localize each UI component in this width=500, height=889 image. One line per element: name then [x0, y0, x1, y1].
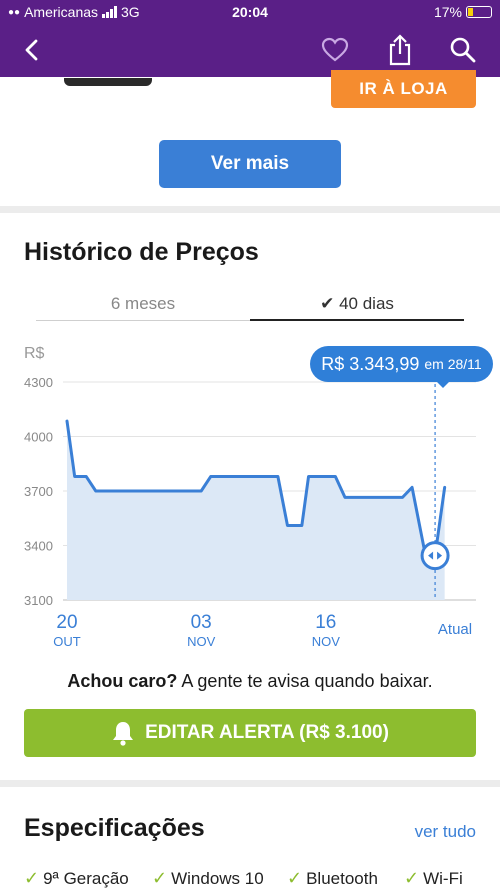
search-icon: [450, 37, 476, 63]
spec-label: Windows 10: [171, 868, 264, 888]
spec-label: Wi-Fi: [423, 868, 463, 888]
spec-item: ✓ Bluetooth: [287, 868, 378, 889]
share-icon: [389, 34, 411, 66]
tab-label: 6 meses: [110, 294, 176, 313]
battery-percent: 17%: [433, 4, 462, 20]
x-tick-day: 20: [56, 612, 77, 633]
y-tick-label: 4300: [24, 375, 53, 390]
spec-item: ✓ 9ª Geração: [24, 868, 129, 889]
x-tick-day: Atual: [438, 621, 472, 638]
x-tick-month: NOV: [312, 634, 341, 649]
product-image: [64, 78, 152, 86]
y-axis-label: R$: [24, 345, 45, 362]
see-more-button[interactable]: Ver mais: [159, 140, 341, 188]
tab-underline-active: [250, 319, 464, 321]
check-icon: ✓: [404, 868, 420, 888]
x-tick-day: 16: [315, 612, 336, 633]
y-tick-label: 3700: [24, 484, 53, 499]
go-to-store-button[interactable]: IR À LOJA: [331, 70, 476, 108]
y-tick-label: 4000: [24, 430, 53, 445]
price-area: [67, 421, 445, 600]
spec-item: ✓ Wi-Fi: [404, 868, 463, 889]
see-all-link[interactable]: ver tudo: [415, 822, 476, 842]
tab-6-meses[interactable]: 6 meses: [36, 292, 250, 322]
price-tooltip: R$ 3.343,99 em 28/11: [310, 346, 493, 388]
section-divider: [0, 780, 500, 787]
status-bar: ●● Americanas 3G 20:04 17%: [0, 4, 500, 22]
battery-info: 17%: [434, 4, 492, 20]
edit-alert-button[interactable]: EDITAR ALERTA (R$ 3.100): [24, 709, 476, 757]
check-icon: ✔: [320, 294, 335, 313]
price-marker: [420, 541, 450, 571]
section-divider: [0, 206, 500, 213]
clock: 20:04: [232, 4, 268, 20]
back-button[interactable]: [14, 32, 50, 68]
check-icon: ✓: [152, 868, 168, 888]
y-tick-label: 3100: [24, 593, 53, 608]
favorite-button[interactable]: [317, 32, 353, 68]
share-button[interactable]: [382, 32, 418, 68]
top-bar: ●● Americanas 3G 20:04 17%: [0, 0, 500, 77]
alert-prompt: Achou caro? A gente te avisa quando baix…: [0, 671, 500, 692]
alert-prompt-text: A gente te avisa quando baixar.: [181, 671, 433, 691]
check-icon: ✓: [24, 868, 40, 888]
heart-icon: [321, 37, 349, 62]
check-icon: ✓: [287, 868, 303, 888]
tab-label: 40 dias: [339, 294, 394, 313]
spec-label: Bluetooth: [306, 868, 378, 888]
product-page: ●● Americanas 3G 20:04 17% IR À LOJA Ver…: [0, 0, 500, 889]
x-tick-month: NOV: [187, 634, 216, 649]
edit-alert-label: EDITAR ALERTA (R$ 3.100): [145, 722, 389, 743]
spec-label: 9ª Geração: [43, 868, 129, 888]
alert-prompt-bold: Achou caro?: [67, 671, 178, 691]
x-tick-month: OUT: [53, 634, 81, 649]
price-history-title: Histórico de Preços: [24, 238, 259, 266]
bell-icon: [113, 722, 134, 746]
search-button[interactable]: [445, 32, 481, 68]
tab-40-dias[interactable]: ✔ 40 dias: [250, 292, 464, 322]
tab-underline: [36, 320, 250, 321]
tooltip-price: R$ 3.343,99: [321, 353, 420, 374]
y-tick-label: 3400: [24, 539, 53, 554]
specs-title: Especificações: [24, 814, 205, 842]
battery-icon: [466, 6, 492, 18]
chevron-left-icon: [25, 39, 38, 61]
tooltip-date: em 28/11: [424, 356, 482, 372]
spec-item: ✓ Windows 10: [152, 868, 264, 889]
x-tick-day: 03: [191, 612, 212, 633]
